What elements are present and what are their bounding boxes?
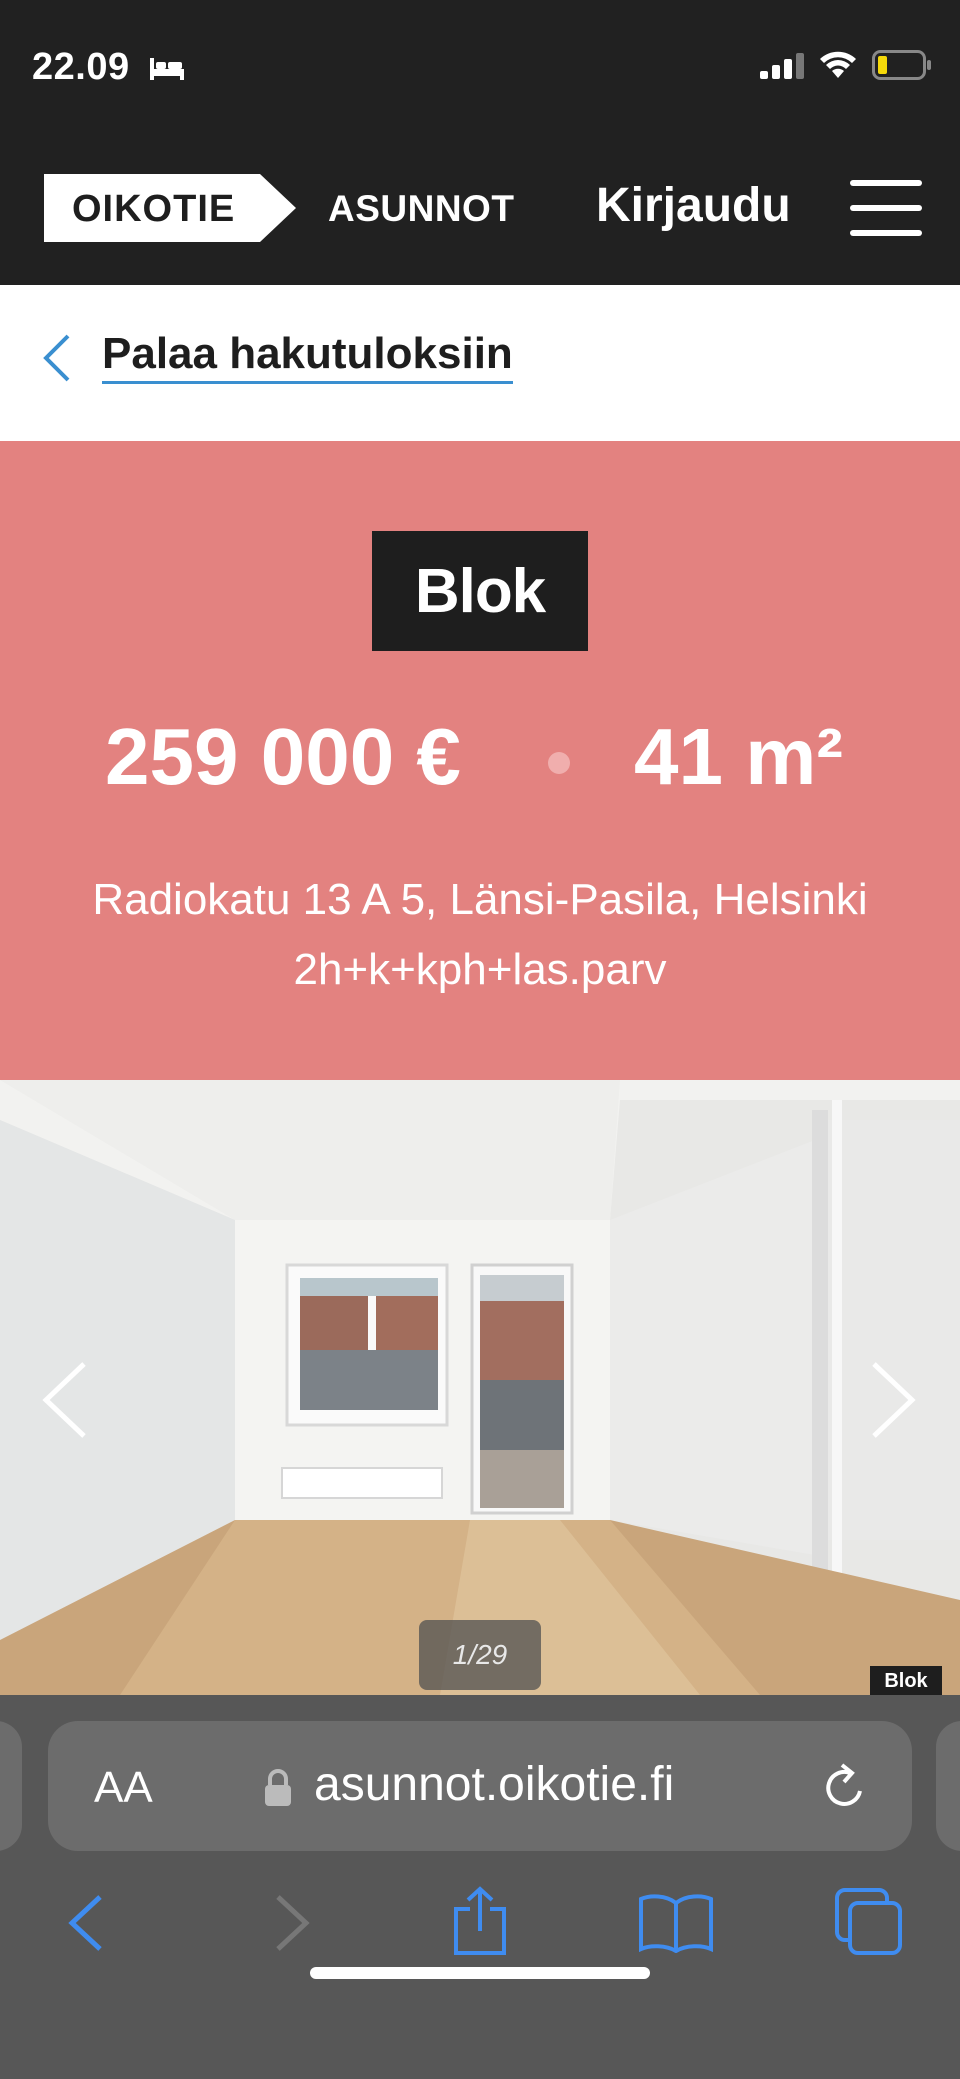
login-link[interactable]: Kirjaudu [596, 178, 791, 233]
reload-icon[interactable] [820, 1761, 870, 1813]
logo-text: OIKOTIE [72, 188, 236, 230]
next-photo-icon[interactable] [868, 1360, 918, 1440]
status-bar: 22.09 [0, 0, 960, 140]
site-header: OIKOTIE ASUNNOT Kirjaudu [0, 140, 960, 285]
chevron-left-icon[interactable] [42, 333, 72, 383]
share-icon[interactable] [450, 1885, 510, 1957]
listing-price: 259 000 € [105, 712, 461, 801]
browser-chrome: AA asunnot.oikotie.fi [0, 1695, 960, 2079]
agency-logo[interactable]: Blok [372, 531, 588, 651]
signal-icon [760, 53, 804, 79]
listing-size: 41 m² [634, 712, 843, 801]
address-bar[interactable]: AA asunnot.oikotie.fi [48, 1721, 912, 1851]
listing-room-layout: 2h+k+kph+las.parv [293, 945, 667, 994]
battery-icon [872, 50, 931, 80]
next-tab-preview[interactable] [936, 1721, 960, 1851]
wifi-icon [820, 51, 856, 78]
status-time: 22.09 [32, 46, 130, 88]
forward-icon[interactable] [272, 1893, 312, 1953]
listing-address: Radiokatu 13 A 5, Länsi-Pasila, Helsinki [92, 875, 868, 924]
oikotie-logo[interactable]: OIKOTIE [44, 174, 298, 242]
tabs-icon[interactable] [834, 1887, 904, 1955]
apartment-photo [0, 1080, 960, 1695]
back-to-results-link[interactable]: Palaa hakutuloksiin [102, 329, 513, 384]
photo-counter: 1/29 [419, 1620, 541, 1690]
back-bar: Palaa hakutuloksiin [0, 285, 960, 441]
bed-icon [150, 58, 184, 80]
url-text[interactable]: asunnot.oikotie.fi [314, 1757, 674, 1812]
back-icon[interactable] [66, 1893, 106, 1953]
bookmarks-icon[interactable] [638, 1893, 714, 1953]
hamburger-menu-icon[interactable] [850, 180, 922, 236]
separator-dot [548, 752, 570, 774]
listing-summary: Blok 259 000 € 41 m² Radiokatu 13 A 5, L… [0, 441, 960, 1080]
prev-tab-preview[interactable] [0, 1721, 22, 1851]
prev-photo-icon[interactable] [40, 1360, 90, 1440]
lock-icon [265, 1769, 291, 1806]
text-size-button[interactable]: AA [94, 1763, 153, 1813]
home-indicator[interactable] [310, 1967, 650, 1979]
section-title[interactable]: ASUNNOT [328, 188, 514, 230]
photo-watermark: Blok [870, 1666, 942, 1695]
listing-address-block: Radiokatu 13 A 5, Länsi-Pasila, Helsinki… [0, 865, 960, 1005]
photo-gallery[interactable]: 1/29 Blok [0, 1080, 960, 1695]
